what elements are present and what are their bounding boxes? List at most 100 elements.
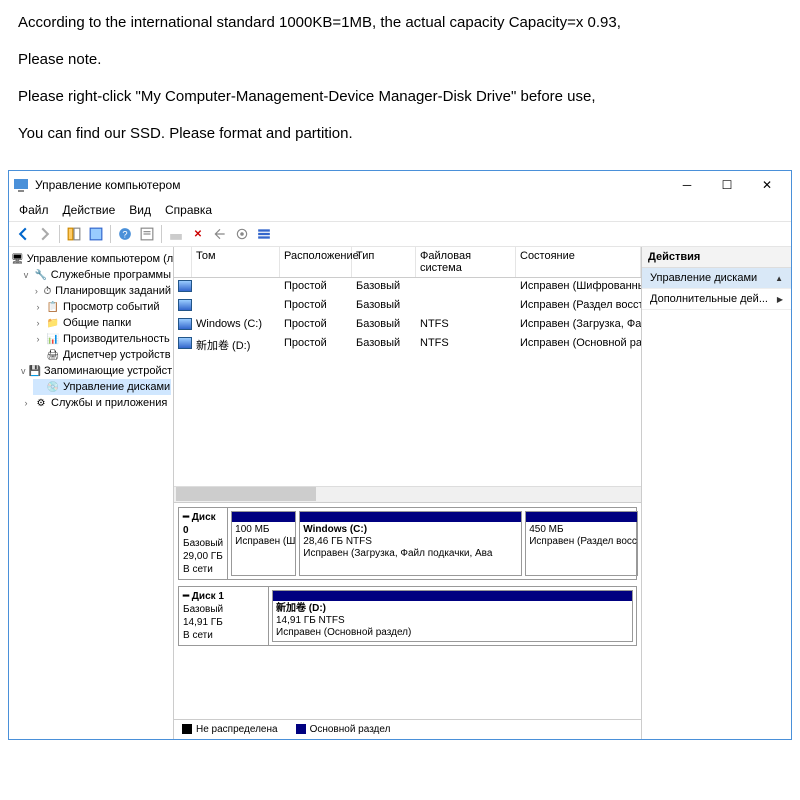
storage-icon: 💾 — [29, 364, 41, 378]
disk-partitions: 新加卷 (D:)14,91 ГБ NTFSИсправен (Основной … — [269, 587, 636, 645]
svg-text:?: ? — [122, 230, 127, 240]
col-volume[interactable]: Том — [192, 247, 280, 277]
vol-fs — [416, 279, 516, 296]
intro-text: According to the international standard … — [0, 0, 800, 168]
vol-status: Исправен (Основной раздел) — [516, 336, 641, 354]
vol-fs: NTFS — [416, 317, 516, 334]
actions-pane: Действия Управление дисками▲ Дополнитель… — [641, 247, 791, 739]
partition[interactable]: 100 МБИсправен (Шифр — [231, 511, 296, 576]
volume-row[interactable]: Простой Базовый Исправен (Раздел восстан… — [174, 297, 641, 316]
volume-row[interactable]: Windows (C:) Простой Базовый NTFS Исправ… — [174, 316, 641, 335]
partition[interactable]: 新加卷 (D:)14,91 ГБ NTFSИсправен (Основной … — [272, 590, 633, 642]
col-status[interactable]: Состояние — [516, 247, 641, 277]
navigation-tree[interactable]: 🖥Управление компьютером (л v🔧Служебные п… — [9, 247, 174, 739]
partition[interactable]: Windows (C:)28,46 ГБ NTFSИсправен (Загру… — [299, 511, 522, 576]
col-filesystem[interactable]: Файловая система — [416, 247, 516, 277]
settings-button[interactable] — [232, 224, 252, 244]
disk-label: ━ Диск 0Базовый29,00 ГБВ сети — [179, 508, 228, 579]
tree-services[interactable]: ›⚙Службы и приложения — [21, 395, 171, 411]
col-layout[interactable]: Расположение — [280, 247, 352, 277]
list-view-button[interactable] — [254, 224, 274, 244]
disk-map[interactable]: ━ Диск 0Базовый29,00 ГБВ сети100 МБИспра… — [174, 503, 641, 719]
services-icon: ⚙ — [34, 396, 48, 410]
vol-type: Базовый — [352, 336, 416, 354]
volume-icon — [178, 337, 192, 349]
volume-icon — [178, 299, 192, 311]
folder-icon: 📁 — [46, 316, 60, 330]
disk-partitions: 100 МБИсправен (ШифрWindows (C:)28,46 ГБ… — [228, 508, 641, 579]
chevron-right-icon: ▶ — [777, 295, 783, 304]
action-disk-management[interactable]: Управление дисками▲ — [642, 268, 791, 289]
tree-disk-management[interactable]: 💿Управление дисками — [33, 379, 171, 395]
intro-line: According to the international standard … — [18, 12, 782, 33]
tree-task-scheduler[interactable]: ›⏱Планировщик заданий — [33, 283, 171, 299]
center-pane: Том Расположение Тип Файловая система Со… — [174, 247, 641, 739]
legend-unallocated: Не распределена — [182, 724, 278, 735]
delete-button[interactable]: ✕ — [188, 224, 208, 244]
properties-button[interactable] — [137, 224, 157, 244]
vol-name — [192, 279, 280, 296]
intro-line: Please note. — [18, 49, 782, 70]
device-icon: 🖨 — [46, 348, 60, 362]
computer-management-window: Управление компьютером ─ ☐ ✕ Файл Действ… — [8, 170, 792, 740]
volume-list[interactable]: Том Расположение Тип Файловая система Со… — [174, 247, 641, 503]
refresh-button[interactable] — [86, 224, 106, 244]
tree-root[interactable]: 🖥Управление компьютером (л — [11, 251, 171, 267]
col-type[interactable]: Тип — [352, 247, 416, 277]
vol-fs — [416, 298, 516, 315]
help-button[interactable]: ? — [115, 224, 135, 244]
menubar: Файл Действие Вид Справка — [9, 199, 791, 222]
window-title: Управление компьютером — [35, 178, 667, 192]
app-icon — [13, 177, 29, 193]
volume-icon — [178, 318, 192, 330]
menu-help[interactable]: Справка — [159, 201, 218, 219]
vol-name: Windows (C:) — [192, 317, 280, 334]
tree-storage[interactable]: v💾Запоминающие устройст — [21, 363, 171, 379]
tree-performance[interactable]: ›📊Производительность — [33, 331, 171, 347]
volume-row[interactable]: 新加卷 (D:) Простой Базовый NTFS Исправен (… — [174, 335, 641, 355]
perf-icon: 📊 — [46, 332, 60, 346]
toolbar-icon[interactable] — [166, 224, 186, 244]
vol-type: Базовый — [352, 279, 416, 296]
vol-layout: Простой — [280, 336, 352, 354]
tree-device-manager[interactable]: 🖨Диспетчер устройств — [33, 347, 171, 363]
clock-icon: ⏱ — [43, 284, 52, 298]
tree-shared-folders[interactable]: ›📁Общие папки — [33, 315, 171, 331]
maximize-button[interactable]: ☐ — [707, 172, 747, 198]
legend-primary: Основной раздел — [296, 724, 391, 735]
collapse-icon: ▲ — [775, 274, 783, 283]
action-more[interactable]: Дополнительные дей...▶ — [642, 289, 791, 310]
disk-entry[interactable]: ━ Диск 1Базовый14,91 ГБВ сети新加卷 (D:)14,… — [178, 586, 637, 646]
minimize-button[interactable]: ─ — [667, 172, 707, 198]
vol-layout: Простой — [280, 279, 352, 296]
forward-button[interactable] — [35, 224, 55, 244]
partition[interactable]: 450 МБИсправен (Раздел восс — [525, 511, 637, 576]
intro-line: Please right-click "My Computer-Manageme… — [18, 86, 782, 107]
vol-status: Исправен (Раздел восстановления) — [516, 298, 641, 315]
vol-fs: NTFS — [416, 336, 516, 354]
toolbar-icon[interactable] — [210, 224, 230, 244]
titlebar[interactable]: Управление компьютером ─ ☐ ✕ — [9, 171, 791, 199]
tree-event-viewer[interactable]: ›📋Просмотр событий — [33, 299, 171, 315]
disk-entry[interactable]: ━ Диск 0Базовый29,00 ГБВ сети100 МБИспра… — [178, 507, 637, 580]
back-button[interactable] — [13, 224, 33, 244]
show-hide-button[interactable] — [64, 224, 84, 244]
vol-status: Исправен (Шифрованный (EFI) системнь — [516, 279, 641, 296]
disk-icon: 💿 — [46, 380, 60, 394]
vol-name: 新加卷 (D:) — [192, 336, 280, 354]
computer-icon: 🖥 — [11, 252, 24, 266]
vol-name — [192, 298, 280, 315]
menu-action[interactable]: Действие — [57, 201, 122, 219]
intro-line: You can find our SSD. Please format and … — [18, 123, 782, 144]
actions-header: Действия — [642, 247, 791, 268]
vol-type: Базовый — [352, 298, 416, 315]
vol-status: Исправен (Загрузка, Файл подкачки, Ава — [516, 317, 641, 334]
close-button[interactable]: ✕ — [747, 172, 787, 198]
vol-layout: Простой — [280, 317, 352, 334]
menu-view[interactable]: Вид — [123, 201, 157, 219]
horizontal-scrollbar[interactable] — [174, 486, 641, 502]
volume-header: Том Расположение Тип Файловая система Со… — [174, 247, 641, 278]
tree-system-tools[interactable]: v🔧Служебные программы — [21, 267, 171, 283]
volume-row[interactable]: Простой Базовый Исправен (Шифрованный (E… — [174, 278, 641, 297]
menu-file[interactable]: Файл — [13, 201, 55, 219]
